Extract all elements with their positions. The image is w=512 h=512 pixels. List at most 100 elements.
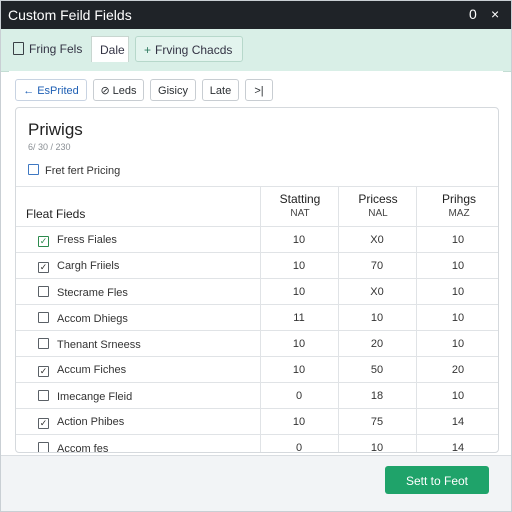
- column-header[interactable]: Prihgs MAZ: [416, 187, 498, 227]
- footer-bar: Sett to Feot: [1, 455, 511, 511]
- row-label: Accom Dhiegs: [57, 313, 128, 325]
- cell-value: 10: [451, 338, 465, 350]
- back-arrow-icon: ←: [23, 85, 35, 97]
- cell-value: 10: [292, 260, 306, 272]
- column-subtitle: MAZ: [448, 208, 470, 219]
- column-subtitle: NAT: [290, 208, 310, 219]
- fret-pricing-option[interactable]: Fret fert Pricing: [28, 164, 120, 177]
- cell-value: 10: [451, 286, 465, 298]
- column-subtitle: NAL: [368, 208, 388, 219]
- subtab-leds[interactable]: ⊘ Leds: [93, 79, 144, 101]
- row-name: ✓ Cargh Friiels: [38, 260, 119, 273]
- row-name: Thenant Srneess: [38, 338, 141, 351]
- column-header[interactable]: Pricess NAL: [338, 187, 417, 227]
- card-title: Priwigs: [28, 120, 83, 139]
- cell-value: X0: [370, 286, 384, 298]
- tab-fring-fels[interactable]: Fring Fels: [5, 36, 91, 62]
- subtab-gisicy[interactable]: Gisicy: [150, 79, 196, 101]
- link-icon: ⊘: [100, 85, 110, 97]
- row-label: Fress Fiales: [57, 234, 117, 246]
- cell-value: 75: [370, 416, 384, 428]
- row-checkbox[interactable]: ✓: [38, 418, 49, 429]
- cell-value: 10: [451, 260, 465, 272]
- cell-value: 10: [370, 312, 384, 324]
- header-label: Fleat Fieds: [26, 207, 86, 221]
- cell-value: 10: [370, 442, 384, 453]
- cell-value: 10: [292, 364, 306, 376]
- minimize-icon[interactable]: 0: [469, 6, 477, 22]
- cell-value: 10: [451, 390, 465, 402]
- row-checkbox[interactable]: [38, 390, 49, 401]
- column-header[interactable]: Statting NAT: [260, 187, 339, 227]
- cell-value: 10: [292, 338, 306, 350]
- row-checkbox[interactable]: ✓: [38, 262, 49, 273]
- row-label: Thenant Srneess: [57, 339, 141, 351]
- column-title: Prihgs: [441, 192, 476, 206]
- row-name: ✓ Accum Fiches: [38, 364, 126, 377]
- row-label: Stecrame Fles: [57, 287, 128, 299]
- tab-dale[interactable]: Dale: [91, 36, 129, 62]
- cell-value: 10: [451, 234, 465, 246]
- cell-value: 70: [370, 260, 384, 272]
- cell-value: 20: [451, 364, 465, 376]
- row-label: Imecange Fleid: [57, 391, 133, 403]
- row-checkbox[interactable]: [38, 312, 49, 323]
- top-tab-bar: Fring Fels Dale + Frving Chacds: [1, 29, 511, 72]
- table-header: Fleat Fieds Statting NAT Pricess NAL Pri…: [16, 186, 498, 227]
- subtab-label: EsPrited: [37, 85, 79, 97]
- cell-value: 10: [451, 312, 465, 324]
- cell-value: 0: [295, 442, 303, 453]
- subtab-label: Leds: [112, 85, 137, 97]
- subtab-label: Late: [209, 85, 232, 97]
- subtab-next[interactable]: >|: [245, 79, 273, 101]
- subtab-late[interactable]: Late: [202, 79, 239, 101]
- table-row[interactable]: Thenant Srneess 10 20 10: [16, 330, 498, 357]
- cell-value: 10: [292, 234, 306, 246]
- row-label: Cargh Friiels: [57, 260, 120, 272]
- cell-value: 18: [370, 390, 384, 402]
- column-title: Statting: [279, 192, 321, 206]
- tab-label: Fring Fels: [29, 42, 83, 56]
- app-window: Custom Feild Fields 0 × Fring Fels Dale …: [0, 0, 512, 512]
- row-name: ✓ Fress Fiales: [38, 234, 117, 247]
- close-icon[interactable]: ×: [491, 6, 499, 22]
- tab-label: Dale: [100, 43, 125, 57]
- row-label: Accum Fiches: [57, 364, 127, 376]
- row-checkbox[interactable]: [38, 286, 49, 297]
- subtab-esprited[interactable]: ← EsPrited: [15, 79, 87, 101]
- table-row[interactable]: ✓ Accum Fiches 10 50 20: [16, 356, 498, 383]
- row-name: Imecange Fleid: [38, 390, 132, 403]
- row-label: Accom fes: [57, 443, 109, 453]
- row-name: Accom Dhiegs: [38, 312, 128, 325]
- cell-value: 0: [295, 390, 303, 402]
- table-row[interactable]: ✓ Cargh Friiels 10 70 10: [16, 252, 498, 279]
- tab-frving-chacds[interactable]: + Frving Chacds: [135, 36, 243, 62]
- table-row[interactable]: Imecange Fleid 0 18 10: [16, 382, 498, 409]
- cell-value: 20: [370, 338, 384, 350]
- table-row[interactable]: Accom fes 0 10 14: [16, 434, 498, 453]
- window-title: Custom Feild Fields: [8, 7, 132, 23]
- column-title: Pricess: [358, 192, 398, 206]
- cell-value: 11: [293, 312, 305, 324]
- cell-value: 10: [292, 286, 306, 298]
- tab-label: Frving Chacds: [155, 43, 233, 57]
- checkbox[interactable]: [28, 164, 39, 175]
- cell-value: 14: [451, 442, 465, 453]
- row-name: Accom fes: [38, 442, 109, 453]
- table-row[interactable]: Stecrame Fles 10 X0 10: [16, 278, 498, 305]
- pricing-card: Priwigs 6/ 30 / 230 Fret fert Pricing Fl…: [15, 107, 499, 453]
- cell-value: 50: [370, 364, 384, 376]
- cell-value: 10: [292, 416, 306, 428]
- table-row[interactable]: ✓ Action Phibes 10 75 14: [16, 408, 498, 435]
- row-checkbox[interactable]: [38, 338, 49, 349]
- table-row[interactable]: Accom Dhiegs 11 10 10: [16, 304, 498, 331]
- row-checkbox[interactable]: [38, 442, 49, 452]
- row-checkbox[interactable]: ✓: [38, 366, 49, 377]
- main-panel: ← EsPrited ⊘ Leds Gisicy Late >| Priwigs 6…: [9, 71, 503, 455]
- row-label: Action Phibes: [57, 416, 125, 428]
- table-row[interactable]: ✓ Fress Fiales 10 X0 10: [16, 226, 498, 253]
- checkbox-label: Fret fert Pricing: [45, 165, 121, 177]
- sett-to-feot-button[interactable]: Sett to Feot: [385, 466, 489, 494]
- row-checkbox[interactable]: ✓: [38, 236, 49, 247]
- next-icon: >|: [254, 85, 264, 97]
